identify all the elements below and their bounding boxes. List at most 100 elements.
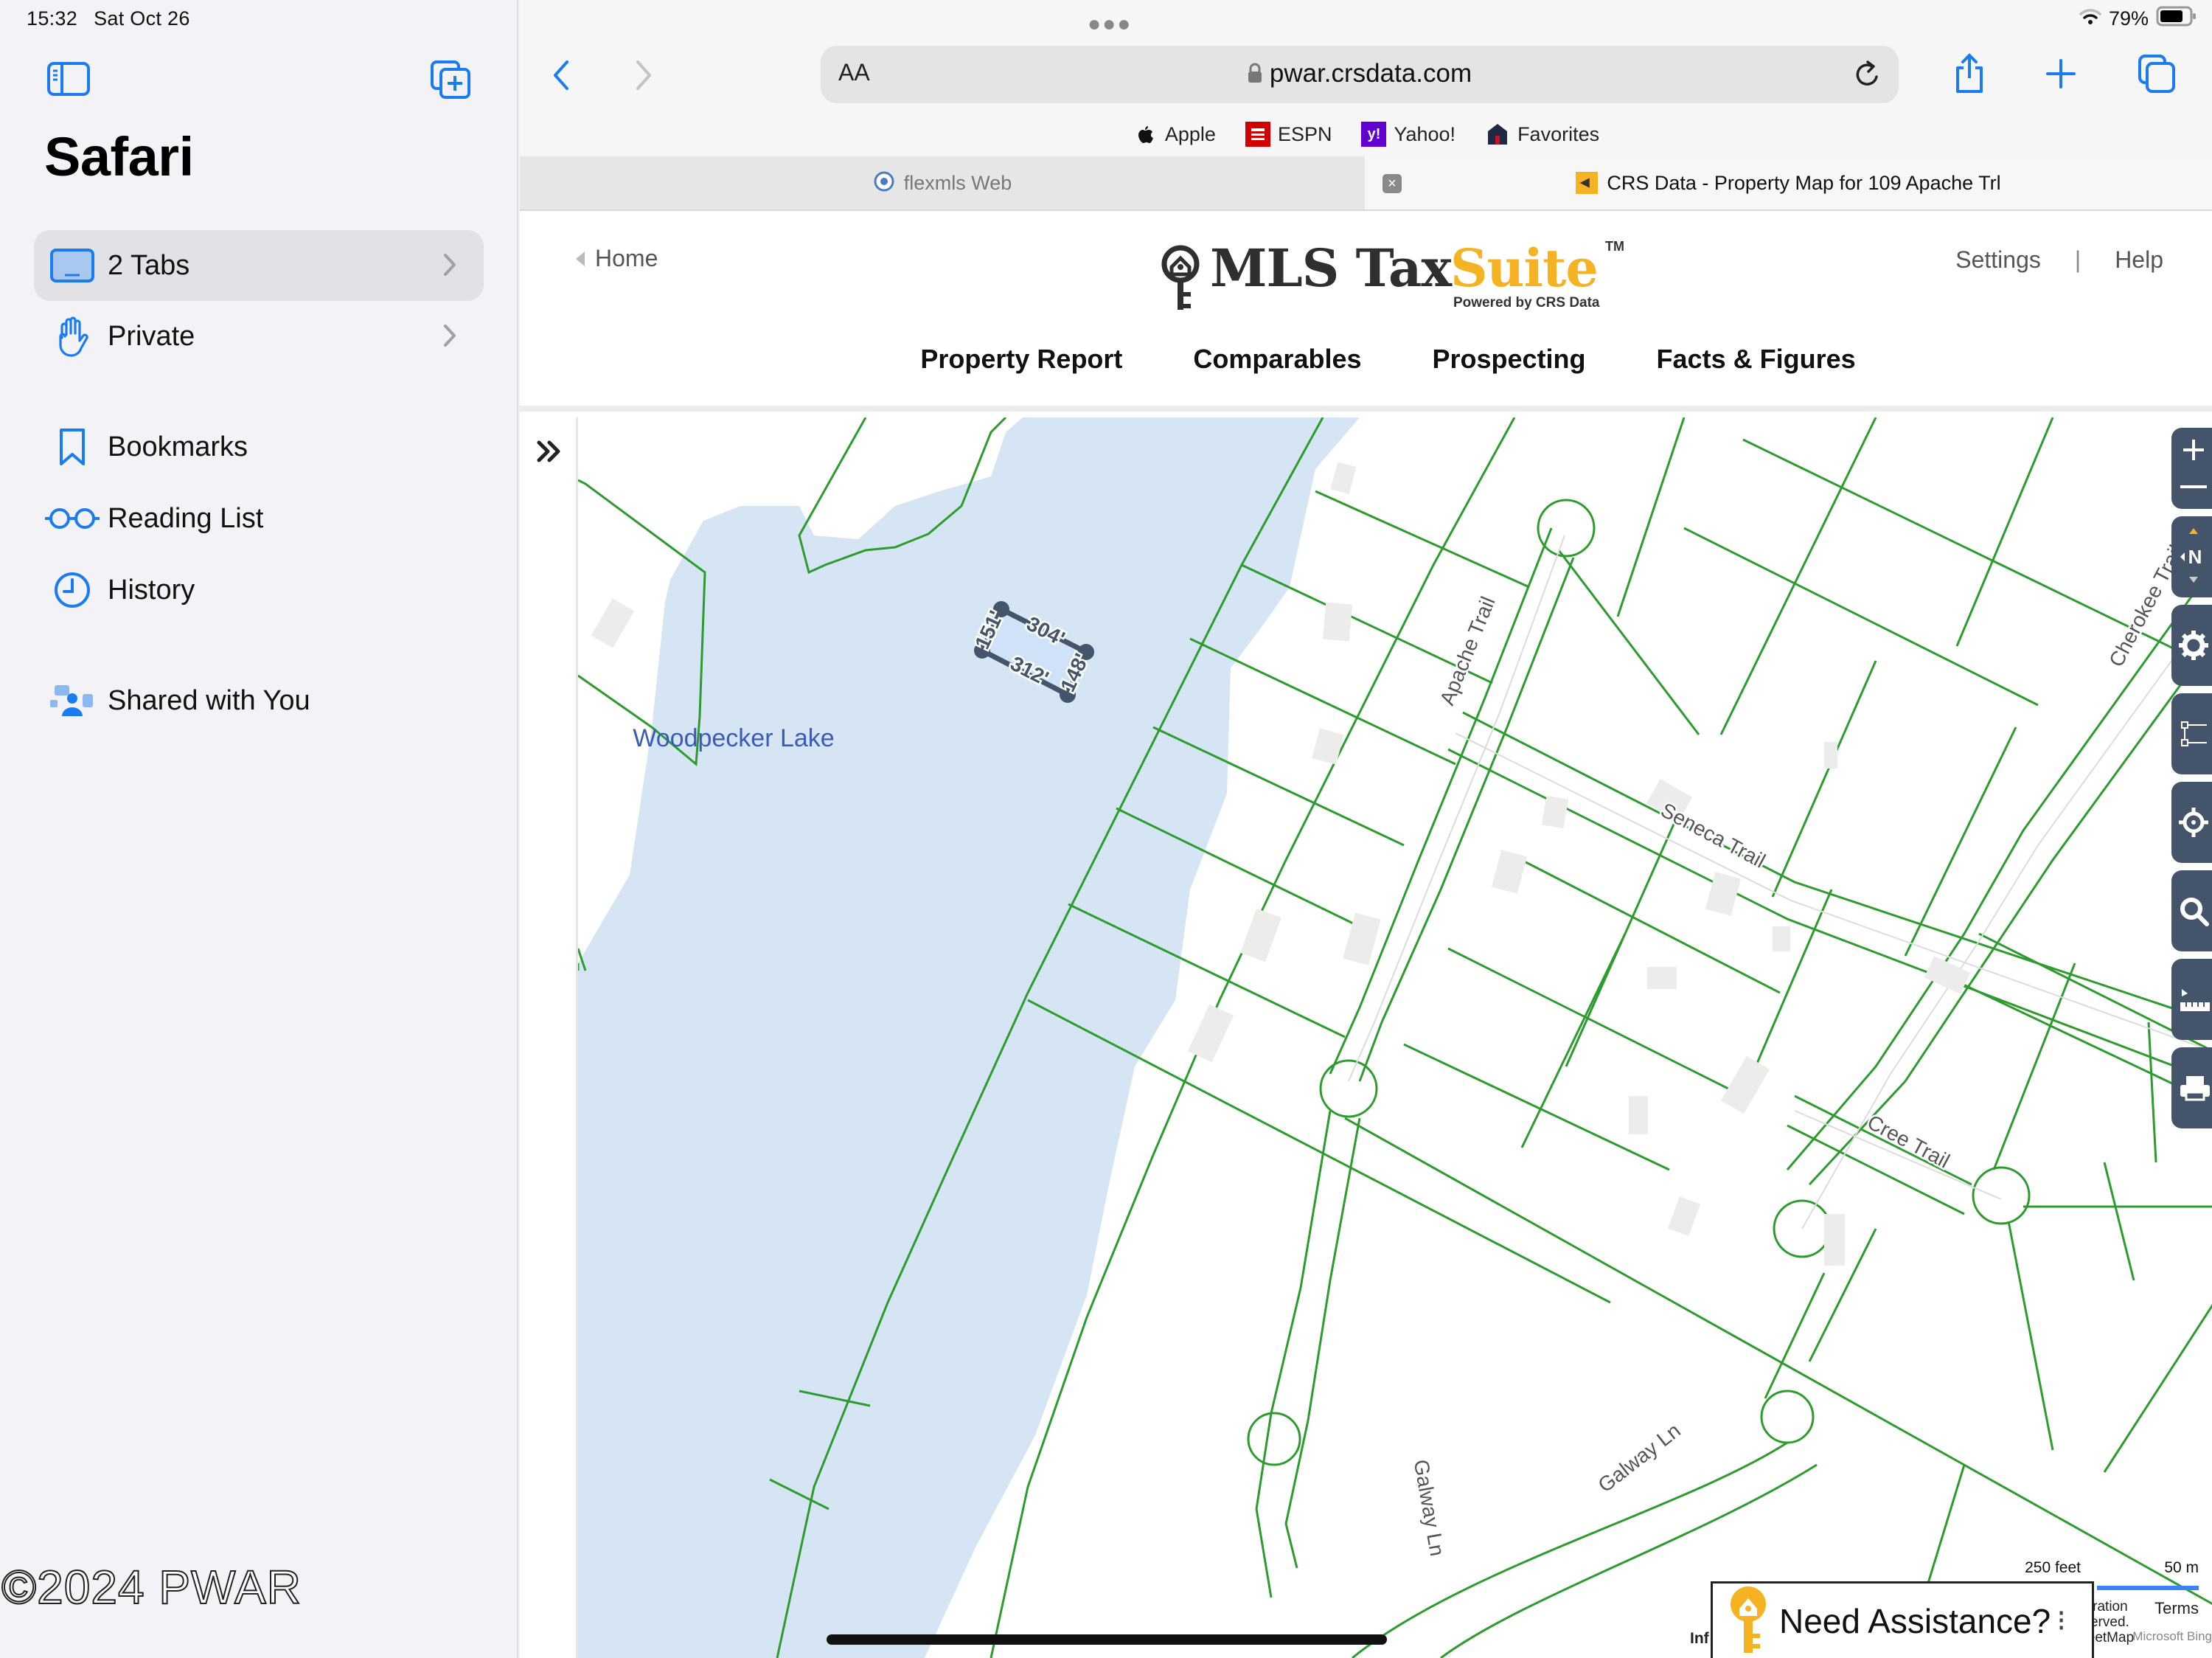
terms-link[interactable]: Terms — [2154, 1600, 2199, 1617]
status-indicators: 79% — [2079, 6, 2197, 32]
wifi-icon — [2079, 7, 2101, 30]
tab-bar: flexmls Web × CRS Data - Property Map fo… — [520, 156, 2212, 211]
favorite-apple[interactable]: Apple — [1133, 118, 1216, 150]
header-separator: | — [2074, 246, 2081, 273]
ipad-screen: 15:32 Sat Oct 26 Safari 2 Tabs Private B… — [0, 0, 2212, 1658]
nav-property-report[interactable]: Property Report — [920, 344, 1122, 375]
crs-favicon-icon — [1576, 172, 1599, 194]
favorite-label: Yahoo! — [1394, 122, 1456, 145]
glasses-icon — [37, 483, 108, 554]
tab-crs-property-map[interactable]: × CRS Data - Property Map for 109 Apache… — [1365, 156, 2212, 209]
ruler-icon — [2180, 989, 2210, 1011]
sidebar-item-label: Bookmarks — [108, 431, 248, 462]
tab-overview-button[interactable] — [2135, 50, 2179, 97]
key-assist-icon — [1728, 1584, 1769, 1658]
assist-menu-icon: ⁝ — [2056, 1604, 2066, 1637]
close-tab-icon[interactable]: × — [1382, 174, 1402, 193]
tab-label: flexmls Web — [903, 171, 1012, 194]
logo-text-accent: Suite — [1450, 237, 1599, 299]
tabs-icon — [37, 230, 108, 301]
measure-button[interactable] — [2171, 959, 2212, 1040]
tab-flexmls[interactable]: flexmls Web — [520, 156, 1365, 209]
battery-percent: 79% — [2108, 7, 2149, 30]
nav-prospecting[interactable]: Prospecting — [1433, 344, 1586, 375]
nav-facts-figures[interactable]: Facts & Figures — [1657, 344, 1856, 375]
favorite-favorites[interactable]: Favorites — [1485, 118, 1599, 150]
map-search-button[interactable] — [2171, 870, 2212, 951]
favorite-label: Apple — [1164, 122, 1216, 145]
logo-tagline: Powered by CRS Data — [1453, 295, 1600, 311]
printer-icon — [2180, 1076, 2210, 1101]
home-indicator[interactable] — [827, 1634, 1387, 1645]
favorite-yahoo[interactable]: y! Yahoo! — [1361, 118, 1455, 150]
scale-bar-metric — [2097, 1586, 2199, 1590]
status-clock: 15:32 Sat Oct 26 — [27, 7, 206, 30]
safari-sidebar: 15:32 Sat Oct 26 Safari 2 Tabs Private B… — [0, 0, 518, 1658]
expand-panel-icon[interactable] — [535, 437, 564, 466]
favorite-label: ESPN — [1277, 122, 1332, 145]
logo-trademark: TM — [1605, 239, 1624, 254]
sidebar-toggle-icon[interactable] — [47, 62, 90, 100]
home-label: Home — [595, 245, 658, 271]
info-link[interactable]: Inf — [1690, 1630, 1709, 1648]
search-icon — [2180, 898, 2209, 926]
sidebar-item-label: Shared with You — [108, 684, 310, 716]
help-link[interactable]: Help — [2115, 246, 2163, 274]
compass-control[interactable]: N — [2171, 516, 2212, 597]
yahoo-icon: y! — [1361, 122, 1387, 147]
reload-icon[interactable] — [1853, 58, 1882, 94]
sidebar-item-bookmarks[interactable]: Bookmarks — [34, 412, 484, 482]
map-toolbar: N — [2171, 428, 2212, 1136]
map-settings-button[interactable] — [2171, 605, 2212, 686]
back-button[interactable] — [545, 53, 577, 97]
sidebar-item-label: 2 Tabs — [108, 249, 190, 281]
key-logo-icon — [1160, 245, 1201, 316]
need-assistance-button[interactable]: Need Assistance? ⁝ — [1711, 1581, 2094, 1658]
address-bar[interactable]: AA pwar.crsdata.com — [821, 46, 1899, 103]
scale-metric: 50 m — [2164, 1559, 2199, 1576]
assist-label: Need Assistance? — [1779, 1601, 2051, 1640]
crosshair-icon — [2179, 808, 2208, 837]
status-date: Sat Oct 26 — [94, 7, 190, 30]
logo-text-primary: MLS Tax — [1210, 237, 1452, 299]
favorite-espn[interactable]: ESPN — [1245, 118, 1332, 150]
favorites-bar: Apple ESPN y! Yahoo! Favorites — [520, 118, 2212, 150]
street-label-apache: Apache Trail — [1436, 593, 1500, 708]
url-text: pwar.crsdata.com — [1269, 59, 1472, 88]
compass-label: N — [2188, 546, 2202, 568]
zoom-control[interactable] — [2171, 428, 2212, 509]
multitasking-dots-icon[interactable]: ●●● — [1088, 12, 1132, 37]
flexmls-icon — [873, 171, 895, 194]
settings-link[interactable]: Settings — [1955, 246, 2041, 274]
url-display[interactable]: pwar.crsdata.com — [821, 59, 1899, 90]
map-svg: 304' 312' 151' 148' Woodpecker Lake Apac… — [577, 417, 2212, 1658]
hand-icon — [37, 301, 108, 372]
favorite-label: Favorites — [1517, 122, 1600, 145]
nav-comparables[interactable]: Comparables — [1193, 344, 1361, 375]
chevron-right-icon — [442, 252, 457, 281]
new-tab-button[interactable] — [2039, 50, 2083, 97]
espn-icon — [1245, 122, 1270, 147]
browser-toolbar: ●●● 79% AA pwar.crsdata.com Apple ESPN y… — [520, 0, 2212, 156]
share-button[interactable] — [1947, 50, 1992, 97]
browser-window: ●●● 79% AA pwar.crsdata.com Apple ESPN y… — [520, 0, 2212, 1658]
home-link[interactable]: Home — [576, 245, 658, 272]
gear-icon — [2179, 631, 2208, 660]
locate-button[interactable] — [2171, 782, 2212, 863]
favorites-icon — [1485, 122, 1510, 147]
sidebar-item-private[interactable]: Private — [34, 301, 484, 372]
property-map[interactable]: 304' 312' 151' 148' Woodpecker Lake Apac… — [520, 417, 2212, 1658]
sidebar-item-reading-list[interactable]: Reading List — [34, 483, 484, 554]
map-canvas[interactable]: 304' 312' 151' 148' Woodpecker Lake Apac… — [576, 417, 2212, 1658]
select-area-button[interactable] — [2171, 693, 2212, 774]
sidebar-item-label: Private — [108, 320, 195, 352]
new-tab-group-icon[interactable] — [431, 60, 470, 103]
sidebar-item-tabs[interactable]: 2 Tabs — [34, 230, 484, 301]
tab-label: CRS Data - Property Map for 109 Apache T… — [1607, 171, 2001, 194]
sidebar-item-history[interactable]: History — [34, 555, 484, 625]
sidebar-item-shared-with-you[interactable]: Shared with You — [34, 665, 484, 736]
bookmark-icon — [37, 412, 108, 482]
print-button[interactable] — [2171, 1047, 2212, 1128]
forward-button[interactable] — [627, 53, 660, 97]
caret-left-icon — [576, 245, 585, 272]
